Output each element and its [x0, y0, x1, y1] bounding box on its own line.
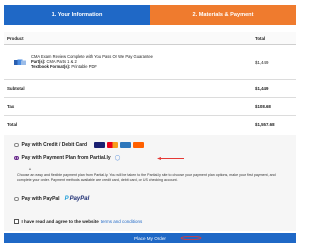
payment-methods: Pay with Credit / Debit Card Pay with Pa… [4, 135, 296, 231]
payment-plan-description: Choose an easy and flexible payment plan… [17, 173, 276, 182]
terms-checkbox[interactable] [14, 219, 19, 224]
terms-text: I have read and agree to the website [21, 219, 99, 224]
tax-label: Tax [7, 104, 15, 109]
paypal-logo-text: PayPal [69, 196, 90, 202]
format-label: Textbook Format(s): [31, 64, 71, 70]
pay-partial-option[interactable]: Pay with Payment Plan from Partial.ly ◯ [14, 155, 120, 161]
card-logos [94, 142, 145, 148]
place-order-button[interactable]: Place My Order [4, 233, 296, 243]
annotation-arrow-icon [157, 157, 184, 160]
total-row: Total $1,557.68 [4, 116, 296, 134]
table-row: CMA Exam Review Complete with You Pass O… [4, 45, 296, 80]
format-value: Printable PDF [71, 64, 97, 70]
tax-row: Tax $108.68 [4, 98, 296, 116]
terms-link[interactable]: terms and conditions [101, 219, 143, 224]
pay-paypal-radio[interactable] [14, 196, 19, 202]
subtotal-row: Subtotal $1,449 [4, 80, 296, 98]
subtotal-label: Subtotal [7, 86, 25, 91]
pay-paypal-option[interactable]: Pay with PayPal PPayPal [14, 196, 89, 202]
product-column-header: Product [7, 36, 24, 41]
checkout-steps: 1. Your Information 2. Materials & Payme… [4, 5, 296, 25]
total-column-header: Total [255, 36, 266, 41]
visa-icon [94, 142, 106, 148]
step-your-information[interactable]: 1. Your Information [4, 5, 150, 25]
pay-partial-label: Pay with Payment Plan from Partial.ly [21, 155, 111, 161]
pay-partial-radio[interactable] [14, 155, 19, 161]
pay-paypal-label: Pay with PayPal [21, 196, 60, 202]
partially-icon: ▲ [28, 166, 32, 171]
place-order-label: Place My Order [134, 235, 166, 241]
total-label: Total [7, 122, 18, 127]
table-header: Product Total [4, 32, 296, 45]
subtotal-value: $1,449 [255, 86, 269, 91]
product-details: CMA Exam Review Complete with You Pass O… [31, 54, 153, 69]
partially-logo-icon: ◯ [114, 155, 121, 161]
terms-agreement: I have read and agree to the website ter… [14, 219, 142, 224]
product-price: $1,449 [255, 60, 269, 65]
step-materials-payment[interactable]: 2. Materials & Payment [150, 5, 296, 25]
order-summary-table: Product Total CMA Exam Review Complete w… [4, 32, 296, 134]
annotation-mark-icon [180, 236, 202, 240]
mastercard-icon [107, 142, 119, 148]
tax-value: $108.68 [255, 104, 271, 109]
pay-card-radio[interactable] [14, 142, 19, 148]
pay-card-label: Pay with Credit / Debit Card [21, 142, 88, 148]
amex-icon [120, 142, 132, 148]
paypal-logo-icon: PPayPal [64, 196, 90, 202]
product-book-icon [14, 59, 26, 65]
discover-icon [133, 142, 145, 148]
pay-card-option[interactable]: Pay with Credit / Debit Card [14, 142, 145, 148]
total-value: $1,557.68 [255, 122, 275, 127]
